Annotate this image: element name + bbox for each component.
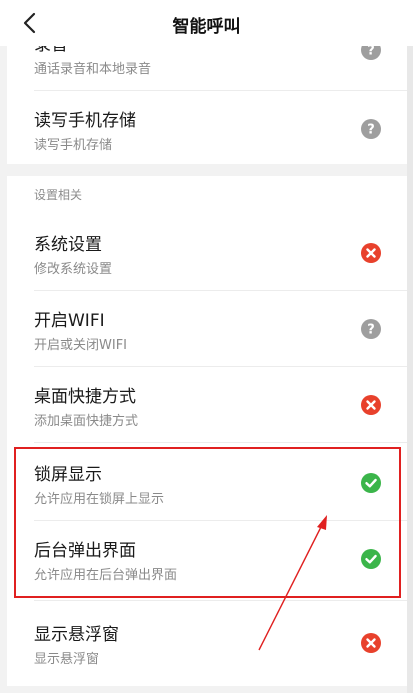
annotation-arrow: [258, 515, 327, 651]
